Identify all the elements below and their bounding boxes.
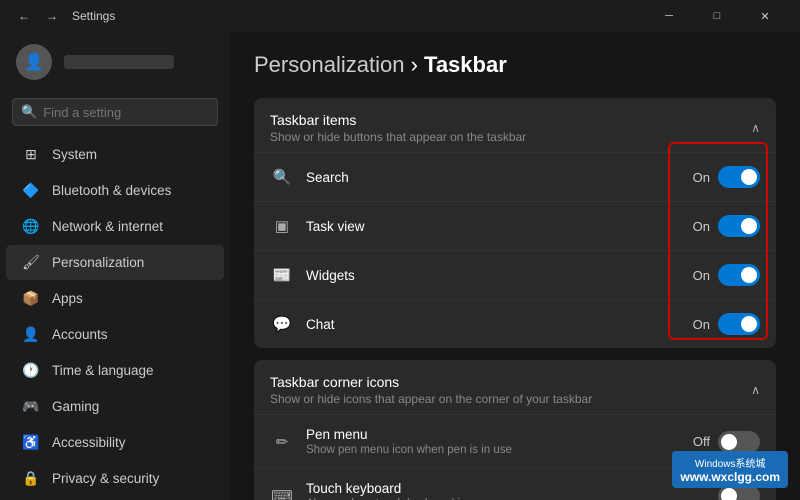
sidebar-item-gaming[interactable]: 🎮 Gaming <box>6 389 224 424</box>
taskview-toggle-label: On <box>693 219 710 234</box>
personalization-icon: 🖌 <box>22 254 40 271</box>
chat-control: On <box>693 313 760 335</box>
gaming-icon: 🎮 <box>22 398 40 415</box>
privacy-icon: 🔒 <box>22 470 40 487</box>
sidebar-item-label-accounts: Accounts <box>52 327 108 342</box>
taskview-control: On <box>693 215 760 237</box>
pen-menu-control: Off <box>693 431 760 453</box>
taskview-toggle[interactable] <box>718 215 760 237</box>
page-header: Personalization › Taskbar <box>254 52 776 78</box>
back-button[interactable]: ← <box>12 5 36 27</box>
touch-keyboard-icon: ⌨ <box>270 484 294 500</box>
chat-label: Chat <box>306 317 693 332</box>
sidebar-item-apps[interactable]: 📦 Apps <box>6 281 224 316</box>
accessibility-icon: ♿ <box>22 434 40 451</box>
time-icon: 🕐 <box>22 362 40 379</box>
widgets-toggle[interactable] <box>718 264 760 286</box>
widgets-row: 📰 Widgets On <box>254 250 776 299</box>
section-title-taskbar-corner: Taskbar corner icons <box>270 374 592 390</box>
search-control: On <box>693 166 760 188</box>
watermark-line2: www.wxclgg.com <box>680 470 780 484</box>
search-row-icon: 🔍 <box>270 165 294 189</box>
close-button[interactable]: ✕ <box>742 0 788 32</box>
maximize-button[interactable]: □ <box>694 0 740 32</box>
widgets-control: On <box>693 264 760 286</box>
app-title: Settings <box>72 9 115 23</box>
search-label: Search <box>306 170 693 185</box>
window-controls: ─ □ ✕ <box>646 0 788 32</box>
sidebar-item-time[interactable]: 🕐 Time & language <box>6 353 224 388</box>
sidebar-item-label-bluetooth: Bluetooth & devices <box>52 183 171 198</box>
pen-menu-desc: Show pen menu icon when pen is in use <box>306 444 693 456</box>
sidebar-item-label-personalization: Personalization <box>52 255 144 270</box>
search-icon: 🔍 <box>21 104 37 120</box>
section-header-taskbar-corner: Taskbar corner icons Show or hide icons … <box>254 360 776 414</box>
widgets-toggle-label: On <box>693 268 710 283</box>
forward-button[interactable]: → <box>40 5 64 27</box>
sidebar-item-accessibility[interactable]: ♿ Accessibility <box>6 425 224 460</box>
chat-toggle[interactable] <box>718 313 760 335</box>
title-bar: ← → Settings ─ □ ✕ <box>0 0 800 32</box>
sidebar-item-label-accessibility: Accessibility <box>52 435 126 450</box>
chevron-up-icon: ∧ <box>751 121 760 135</box>
pen-menu-icon: ✏ <box>270 430 294 454</box>
section-title-taskbar-items: Taskbar items <box>270 112 526 128</box>
network-icon: 🌐 <box>22 218 40 235</box>
avatar: 👤 <box>16 44 52 80</box>
widgets-row-icon: 📰 <box>270 263 294 287</box>
chevron-up-icon-2: ∧ <box>751 383 760 397</box>
sidebar-item-label-system: System <box>52 147 97 162</box>
taskview-row: ▣ Task view On <box>254 201 776 250</box>
breadcrumb-current: Taskbar <box>424 52 507 77</box>
sidebar-item-privacy[interactable]: 🔒 Privacy & security <box>6 461 224 496</box>
sidebar-item-bluetooth[interactable]: 🔷 Bluetooth & devices <box>6 173 224 208</box>
pen-menu-label: Pen menu <box>306 427 693 442</box>
watermark: Windows系统城 www.wxclgg.com <box>672 451 788 488</box>
user-name-bar <box>64 55 174 69</box>
sidebar-item-label-gaming: Gaming <box>52 399 99 414</box>
search-toggle-label: On <box>693 170 710 185</box>
sidebar-item-label-apps: Apps <box>52 291 83 306</box>
accounts-icon: 👤 <box>22 326 40 343</box>
sidebar: 👤 🔍 ⊞ System 🔷 Bluetooth & devices 🌐 Net… <box>0 32 230 500</box>
user-section: 👤 <box>0 32 230 92</box>
pen-menu-toggle-label: Off <box>693 434 710 449</box>
search-input[interactable] <box>43 105 219 120</box>
section-subtitle-taskbar-corner: Show or hide icons that appear on the co… <box>270 392 592 406</box>
touch-keyboard-label: Touch keyboard <box>306 481 710 496</box>
chat-row-icon: 💬 <box>270 312 294 336</box>
sidebar-item-personalization[interactable]: 🖌 Personalization <box>6 245 224 280</box>
bluetooth-icon: 🔷 <box>22 182 40 199</box>
apps-icon: 📦 <box>22 290 40 307</box>
search-box[interactable]: 🔍 <box>12 98 218 126</box>
section-header-taskbar-items: Taskbar items Show or hide buttons that … <box>254 98 776 152</box>
taskbar-items-section: Taskbar items Show or hide buttons that … <box>254 98 776 348</box>
sidebar-item-accounts[interactable]: 👤 Accounts <box>6 317 224 352</box>
system-icon: ⊞ <box>22 146 40 163</box>
taskview-row-icon: ▣ <box>270 214 294 238</box>
widgets-label: Widgets <box>306 268 693 283</box>
pen-menu-toggle[interactable] <box>718 431 760 453</box>
minimize-button[interactable]: ─ <box>646 0 692 32</box>
sidebar-item-system[interactable]: ⊞ System <box>6 137 224 172</box>
chat-row: 💬 Chat On <box>254 299 776 348</box>
breadcrumb-arrow: › <box>411 52 424 77</box>
breadcrumb-parent[interactable]: Personalization <box>254 52 404 77</box>
search-row: 🔍 Search On <box>254 152 776 201</box>
sidebar-item-label-time: Time & language <box>52 363 154 378</box>
sidebar-item-network[interactable]: 🌐 Network & internet <box>6 209 224 244</box>
watermark-line1: Windows系统城 <box>695 455 766 470</box>
taskview-label: Task view <box>306 219 693 234</box>
sidebar-item-label-privacy: Privacy & security <box>52 471 159 486</box>
nav-items: ⊞ System 🔷 Bluetooth & devices 🌐 Network… <box>0 136 230 500</box>
section-subtitle-taskbar-items: Show or hide buttons that appear on the … <box>270 130 526 144</box>
main-content: Personalization › Taskbar Taskbar items … <box>230 32 800 500</box>
chat-toggle-label: On <box>693 317 710 332</box>
sidebar-item-label-network: Network & internet <box>52 219 163 234</box>
search-toggle[interactable] <box>718 166 760 188</box>
